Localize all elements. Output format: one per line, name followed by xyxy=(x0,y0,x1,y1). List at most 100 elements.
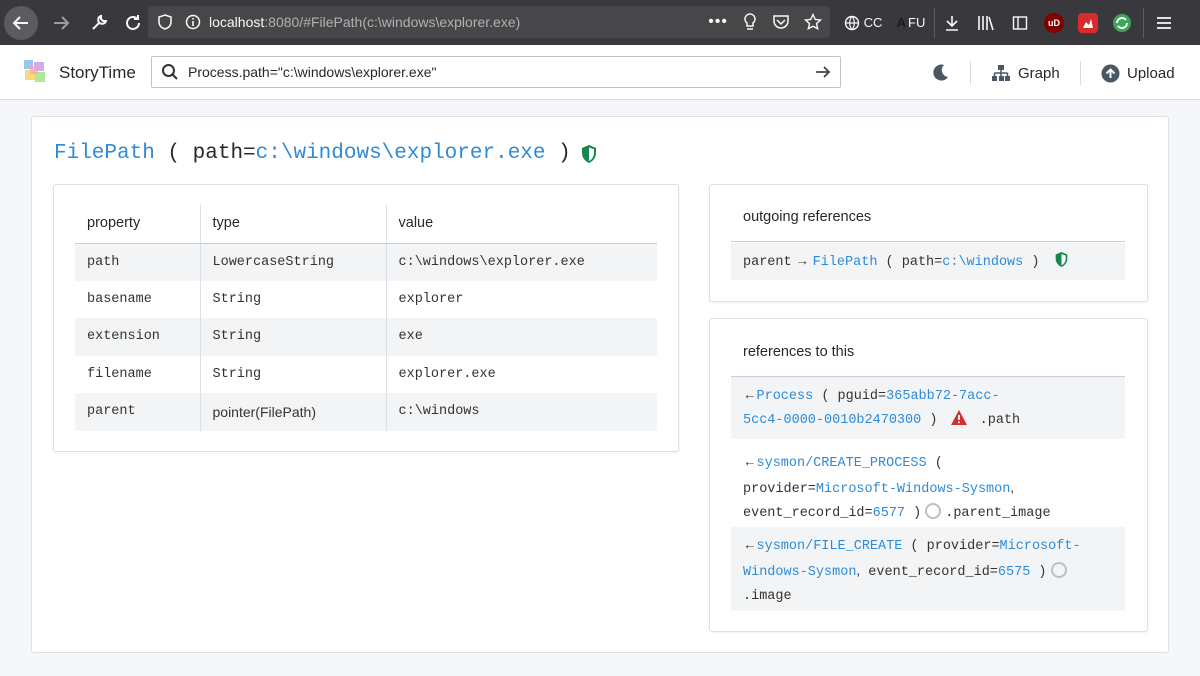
reference-value-link[interactable]: Microsoft- xyxy=(1000,539,1081,554)
reference-close: ) xyxy=(905,506,922,521)
reference-value-link[interactable]: 365abb72-7acc- xyxy=(886,389,999,404)
customize-button[interactable] xyxy=(82,6,116,40)
property-name: path xyxy=(75,243,201,281)
reference-value-link[interactable]: 5cc4-0000-0010b2470300 xyxy=(743,413,921,428)
table-header-row: property type value xyxy=(75,204,657,244)
reference-open: ( path= xyxy=(877,255,943,270)
library-button[interactable] xyxy=(969,0,1003,45)
property-value-link[interactable]: explorer xyxy=(386,281,657,319)
reference-separator: , xyxy=(1010,480,1015,495)
submit-arrow-icon[interactable] xyxy=(814,63,832,81)
dark-mode-toggle[interactable] xyxy=(930,58,950,88)
menu-button[interactable] xyxy=(1144,0,1184,45)
property-name: extension xyxy=(75,318,201,356)
column-header-type: type xyxy=(200,204,387,244)
puzzle-extension[interactable] xyxy=(1071,0,1105,45)
page-actions-icon[interactable]: ••• xyxy=(708,13,728,31)
incoming-references-panel: references to this ←Process ( pguid=365a… xyxy=(709,318,1148,632)
reference-open: ( xyxy=(926,456,943,471)
reference-key: provider= xyxy=(743,482,816,497)
reference-value-link[interactable]: Windows-Sysmon xyxy=(743,565,856,580)
graph-label: Graph xyxy=(1018,64,1060,82)
property-value-link[interactable]: explorer.exe xyxy=(386,356,657,394)
search-input[interactable]: Process.path="c:\windows\explorer.exe" xyxy=(151,56,841,88)
site-info-icon[interactable] xyxy=(185,14,201,30)
entity-path-link[interactable]: c:\windows\explorer.exe xyxy=(256,142,546,165)
verified-shield-icon xyxy=(581,144,596,163)
search-icon xyxy=(162,64,178,80)
property-name: basename xyxy=(75,280,201,318)
outgoing-reference: parent → FilePath ( path=c:\windows ) xyxy=(731,243,1125,280)
incoming-reference: ←sysmon/FILE_CREATE ( provider=Microsoft… xyxy=(731,527,1125,611)
entity-type-link[interactable]: FilePath xyxy=(54,142,155,165)
incoming-reference: ←Process ( pguid=365abb72-7acc- 5cc4-0000… xyxy=(731,377,1125,439)
sidebar-button[interactable] xyxy=(1003,0,1037,45)
reference-type-link[interactable]: sysmon/FILE_CREATE xyxy=(757,539,903,554)
sync-extension[interactable] xyxy=(1105,0,1139,45)
browser-toolbar: localhost:8080/#FilePath(c:\windows\expl… xyxy=(0,0,1200,45)
entity-close: ) xyxy=(545,142,571,165)
moon-icon xyxy=(933,64,948,81)
properties-table: property type value path LowercaseString… xyxy=(75,204,657,431)
table-row: path LowercaseString c:\windows\explorer… xyxy=(75,243,657,281)
reference-value-link[interactable]: 6575 xyxy=(998,565,1030,580)
warning-icon xyxy=(950,410,967,425)
reload-icon xyxy=(126,14,140,30)
left-arrow: ← xyxy=(743,454,757,469)
outgoing-references-heading: outgoing references xyxy=(731,209,1125,242)
reference-type-link[interactable]: Process xyxy=(757,389,814,404)
property-type: pointer(FilePath) xyxy=(200,393,387,431)
right-arrow: → xyxy=(791,253,813,268)
reference-field: .image xyxy=(743,589,792,604)
fu-extension[interactable]: A FU xyxy=(888,0,934,45)
globe-icon xyxy=(844,15,859,30)
sidebar-icon xyxy=(1012,15,1028,30)
lightbulb-icon[interactable] xyxy=(742,13,758,31)
bookmark-star-icon[interactable] xyxy=(804,13,822,31)
back-button[interactable] xyxy=(4,5,38,40)
reference-key: event_record_id= xyxy=(743,506,873,521)
column-header-property: property xyxy=(75,204,201,244)
reference-key: event_record_id= xyxy=(860,565,998,580)
reload-button[interactable] xyxy=(116,6,150,40)
property-value-link[interactable]: c:\windows\explorer.exe xyxy=(386,243,657,281)
downloads-button[interactable] xyxy=(935,0,969,45)
entity-card: FilePath ( path= c:\windows\explorer.exe… xyxy=(31,116,1169,653)
app-name[interactable]: StoryTime xyxy=(59,63,136,83)
search-query[interactable]: Process.path="c:\windows\explorer.exe" xyxy=(188,64,436,80)
ublock-extension[interactable]: uD xyxy=(1037,0,1071,45)
reference-close: ) xyxy=(921,413,938,428)
tracking-shield-icon[interactable] xyxy=(157,14,173,30)
upload-icon xyxy=(1101,64,1120,82)
red-extension-icon xyxy=(1078,12,1098,33)
graph-button[interactable]: Graph xyxy=(991,58,1060,88)
container-extension[interactable]: CC xyxy=(838,0,888,45)
outgoing-references-panel: outgoing references parent → FilePath ( … xyxy=(709,184,1148,302)
entity-title: FilePath ( path= c:\windows\explorer.exe… xyxy=(54,142,598,165)
reference-type-link[interactable]: sysmon/CREATE_PROCESS xyxy=(757,456,927,471)
reference-value-link[interactable]: c:\windows xyxy=(942,255,1023,270)
ublock-icon: uD xyxy=(1044,12,1064,33)
cc-label: CC xyxy=(863,15,883,30)
property-name: parent xyxy=(75,393,201,431)
table-row: basename String explorer xyxy=(75,280,657,319)
property-value-link[interactable]: c:\windows xyxy=(386,393,657,431)
reference-value-link[interactable]: 6577 xyxy=(873,506,905,521)
reference-type-link[interactable]: FilePath xyxy=(813,255,878,270)
entity-open: ( path= xyxy=(154,142,256,165)
reference-field: parent xyxy=(743,255,792,270)
upload-label: Upload xyxy=(1127,64,1175,82)
back-arrow-icon xyxy=(12,15,28,30)
forward-button[interactable] xyxy=(44,6,78,40)
a-icon: A xyxy=(896,15,907,30)
url-text[interactable]: localhost:8080/#FilePath(c:\windows\expl… xyxy=(209,14,520,30)
storytime-logo-icon[interactable] xyxy=(22,58,48,86)
column-header-value: value xyxy=(386,204,657,244)
reference-field: .parent_image xyxy=(945,506,1051,521)
reference-value-link[interactable]: Microsoft-Windows-Sysmon xyxy=(816,482,1010,497)
property-type: String xyxy=(200,280,387,318)
property-value-link[interactable]: exe xyxy=(386,318,657,356)
pocket-icon[interactable] xyxy=(772,14,790,30)
upload-button[interactable]: Upload xyxy=(1101,58,1175,88)
address-bar[interactable]: localhost:8080/#FilePath(c:\windows\expl… xyxy=(148,6,830,38)
